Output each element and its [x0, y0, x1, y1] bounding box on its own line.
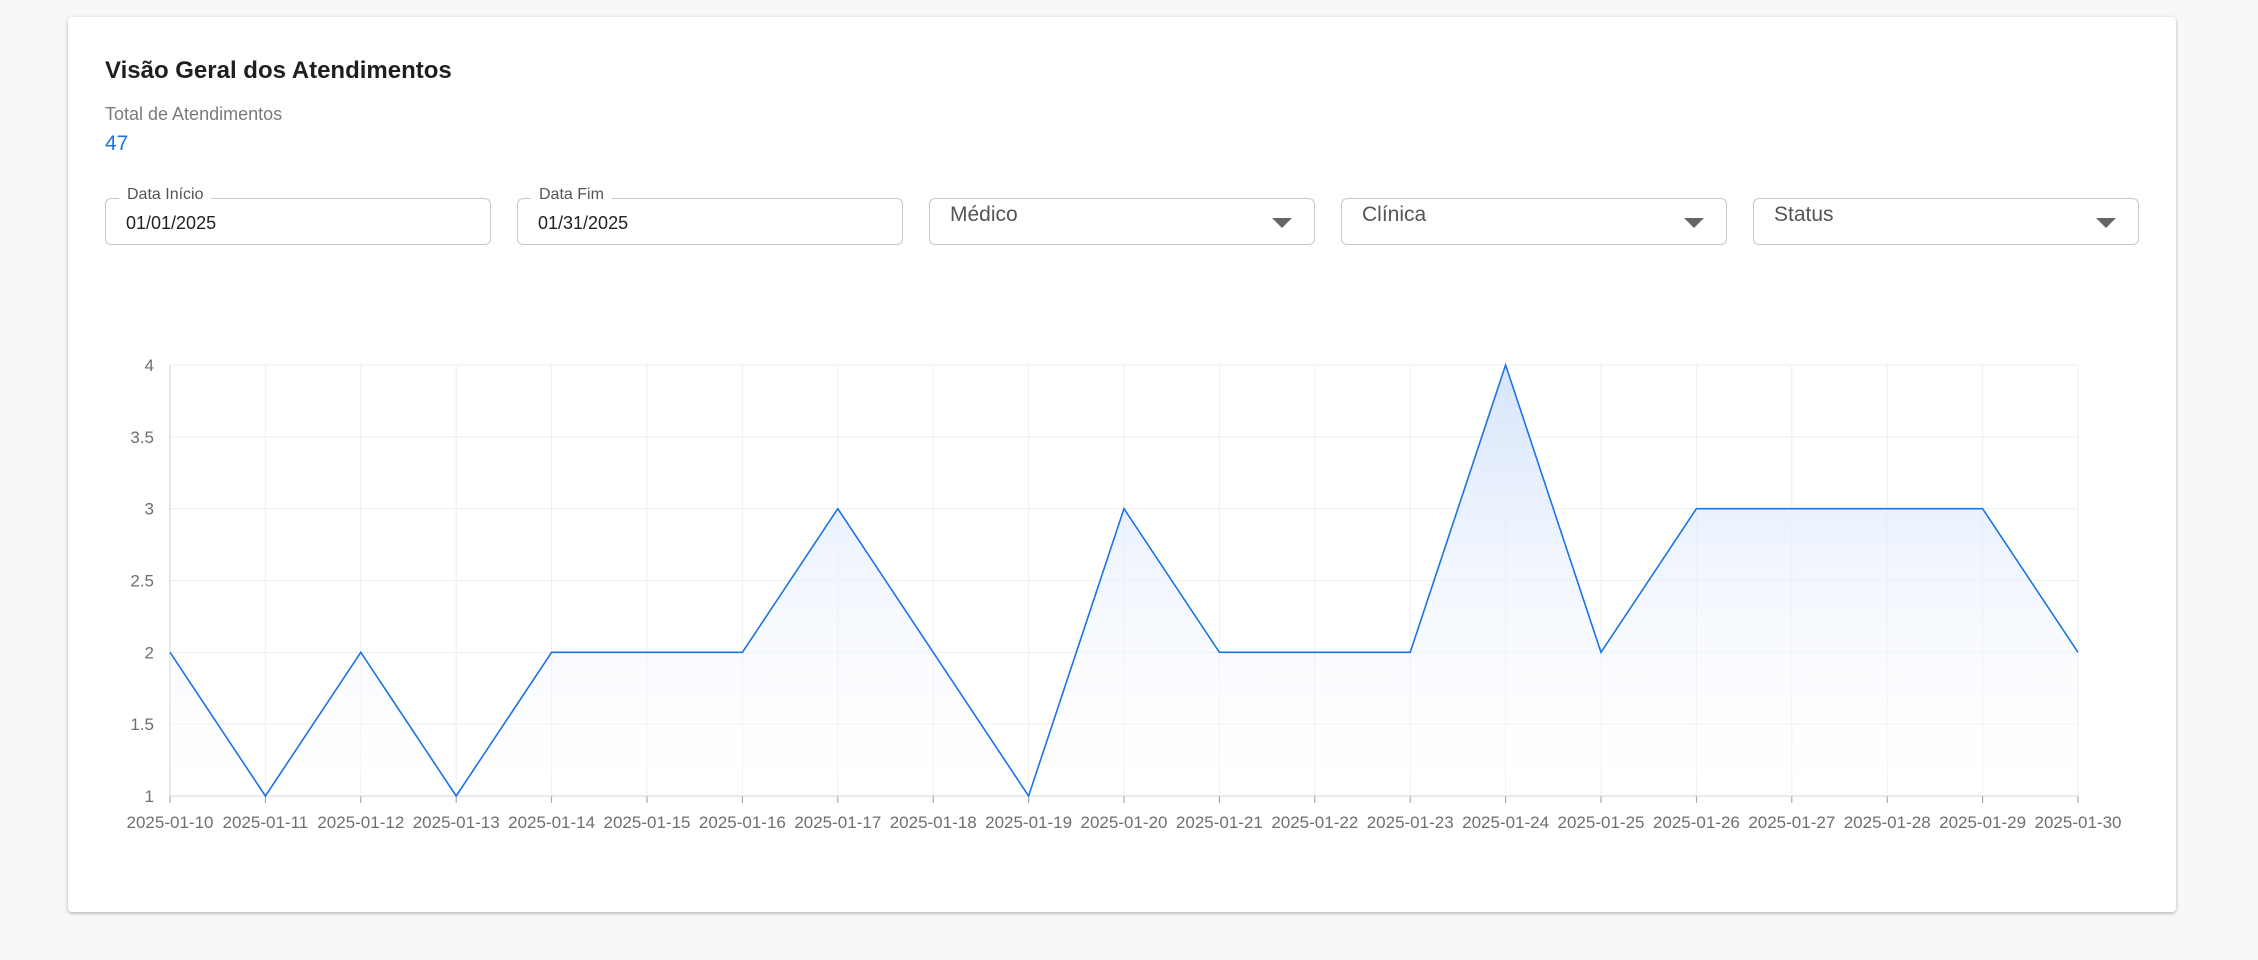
x-tick-label: 2025-01-16: [699, 813, 786, 832]
x-tick-label: 2025-01-13: [413, 813, 500, 832]
x-tick-label: 2025-01-12: [317, 813, 404, 832]
appointments-overview-card: Visão Geral dos Atendimentos Total de At…: [68, 17, 2176, 912]
y-tick-label: 3: [145, 500, 154, 519]
data-point: [1122, 507, 1126, 511]
data-point: [1504, 363, 1508, 367]
data-point: [1313, 650, 1317, 654]
x-tick-label: 2025-01-20: [1081, 813, 1168, 832]
data-point: [1694, 507, 1698, 511]
x-tick-label: 2025-01-25: [1558, 813, 1645, 832]
data-point: [1027, 794, 1031, 798]
data-point: [168, 650, 172, 654]
x-tick-label: 2025-01-27: [1748, 813, 1835, 832]
x-tick-label: 2025-01-24: [1462, 813, 1549, 832]
data-point: [1790, 507, 1794, 511]
x-tick-label: 2025-01-18: [890, 813, 977, 832]
data-point: [550, 650, 554, 654]
data-point: [359, 650, 363, 654]
x-tick-label: 2025-01-21: [1176, 813, 1263, 832]
y-tick-label: 1.5: [130, 715, 154, 734]
data-point: [1408, 650, 1412, 654]
x-tick-label: 2025-01-22: [1271, 813, 1358, 832]
appointments-area-chart: 1 1.5 2 2.5 3 3.5 4 2025-01-10 2025-01-11 2025-01…: [127, 356, 2122, 832]
y-tick-label: 2.5: [130, 572, 154, 591]
data-point: [454, 794, 458, 798]
x-tick-label: 2025-01-26: [1653, 813, 1740, 832]
y-tick-label: 3.5: [130, 428, 154, 447]
y-tick-label: 2: [145, 643, 154, 662]
x-tick-label: 2025-01-30: [2035, 813, 2122, 832]
y-tick-label: 1: [145, 787, 154, 806]
data-point: [1599, 650, 1603, 654]
x-tick-label: 2025-01-23: [1367, 813, 1454, 832]
data-point: [931, 650, 935, 654]
x-tick-label: 2025-01-29: [1939, 813, 2026, 832]
x-tick-label: 2025-01-11: [223, 813, 309, 832]
x-tick-label: 2025-01-19: [985, 813, 1072, 832]
data-point: [1217, 650, 1221, 654]
x-tick-label: 2025-01-28: [1844, 813, 1931, 832]
x-tick-label: 2025-01-17: [794, 813, 881, 832]
data-point: [1981, 507, 1985, 511]
x-tick-label: 2025-01-14: [508, 813, 595, 832]
x-tick-label: 2025-01-10: [127, 813, 214, 832]
x-tick-label: 2025-01-15: [604, 813, 691, 832]
y-tick-label: 4: [145, 356, 154, 375]
data-point: [836, 507, 840, 511]
data-point: [645, 650, 649, 654]
data-point: [1885, 507, 1889, 511]
data-point: [263, 794, 267, 798]
data-point: [740, 650, 744, 654]
data-point: [2076, 650, 2080, 654]
